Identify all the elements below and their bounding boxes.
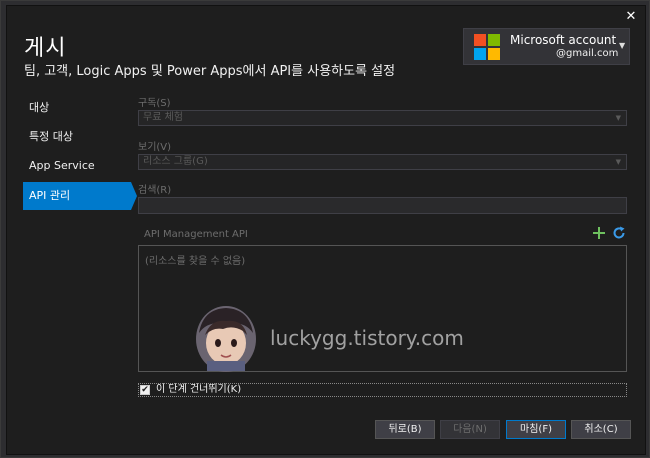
view-value: 리소스 그룹(G) xyxy=(143,156,208,167)
empty-list-message: (리소스를 찾을 수 없음) xyxy=(145,256,246,267)
watermark-text: luckygg.tistory.com xyxy=(270,326,464,350)
skip-step-label: 이 단계 건너뛰기(K) xyxy=(156,384,242,395)
account-selector[interactable]: Microsoft account @gmail.com ▼ xyxy=(463,28,630,65)
search-label: 검색(R) xyxy=(138,185,172,196)
watermark-avatar-icon xyxy=(196,306,256,372)
page-subtitle: 팀, 고객, Logic Apps 및 Power Apps에서 API를 사용… xyxy=(24,64,396,79)
account-email: @gmail.com xyxy=(556,48,619,59)
chevron-down-icon: ▼ xyxy=(615,158,621,166)
close-icon[interactable]: ✕ xyxy=(624,10,638,24)
chevron-down-icon: ▼ xyxy=(615,114,621,122)
subscription-dropdown[interactable]: 무료 체험 ▼ xyxy=(138,110,627,126)
subscription-label: 구독(S) xyxy=(138,98,171,109)
page-title: 게시 xyxy=(24,36,67,61)
back-button[interactable]: 뒤로(B) xyxy=(375,420,435,439)
view-label: 보기(V) xyxy=(138,142,172,153)
cancel-button[interactable]: 취소(C) xyxy=(571,420,631,439)
microsoft-logo-icon xyxy=(474,34,500,60)
skip-step-checkbox[interactable]: ✔ xyxy=(140,385,150,395)
skip-step-row[interactable]: ✔ 이 단계 건너뛰기(K) xyxy=(138,383,627,397)
chevron-down-icon: ▼ xyxy=(619,41,626,50)
refresh-icon[interactable] xyxy=(612,226,626,240)
nav-item-app-service[interactable]: App Service xyxy=(23,153,131,179)
view-dropdown[interactable]: 리소스 그룹(G) ▼ xyxy=(138,154,627,170)
nav-item-api-management[interactable]: API 관리 xyxy=(23,182,131,210)
subscription-value: 무료 체험 xyxy=(143,112,183,123)
account-name: Microsoft account xyxy=(510,33,617,47)
nav-active-arrow xyxy=(131,182,137,210)
add-icon[interactable] xyxy=(592,225,606,241)
nav-item-specific-target[interactable]: 특정 대상 xyxy=(23,124,131,150)
nav-item-target[interactable]: 대상 xyxy=(23,95,131,121)
api-management-label: API Management API xyxy=(144,229,248,240)
finish-button[interactable]: 마침(F) xyxy=(506,420,566,439)
next-button[interactable]: 다음(N) xyxy=(440,420,500,439)
search-input[interactable] xyxy=(138,197,627,214)
